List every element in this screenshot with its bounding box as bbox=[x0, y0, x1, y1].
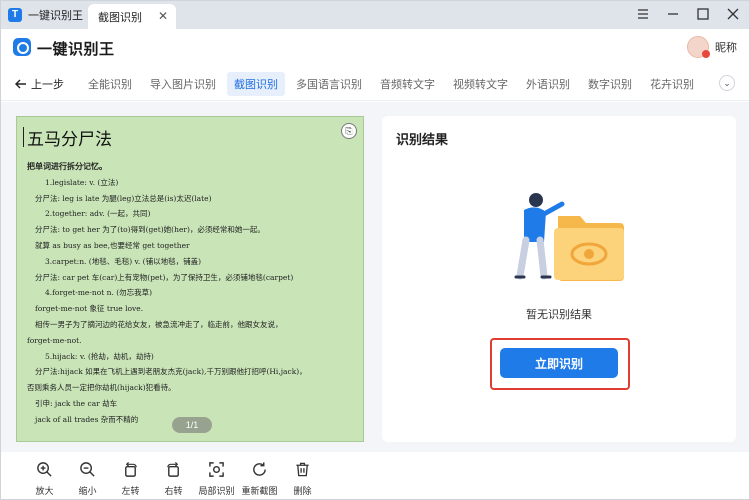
page-indicator: 1/1 bbox=[172, 417, 212, 433]
main-area: 五马分尸法 ⎘ 把单词进行拆分记忆。 1.legislate: v. (立法) 分… bbox=[1, 102, 749, 452]
rotate-left-icon bbox=[122, 461, 139, 481]
tool-rotate-left-button[interactable]: 左转 bbox=[109, 461, 152, 497]
avatar[interactable] bbox=[687, 36, 710, 58]
tool-zoom-out-button[interactable]: 缩小 bbox=[66, 461, 109, 497]
document-line: 就算 as busy as bee,也要经常 get together bbox=[35, 240, 190, 250]
brand-title: 一键识别王 bbox=[37, 41, 115, 58]
app-header: 一键识别王 昵称 bbox=[1, 29, 749, 67]
tab-label: 截图识别 bbox=[98, 11, 142, 24]
tab-screenshot[interactable]: 截图识别 ✕ bbox=[88, 4, 176, 29]
close-tab-icon[interactable]: ✕ bbox=[158, 9, 168, 23]
tab-5[interactable]: 视频转文字 bbox=[446, 72, 515, 96]
tool-trash-button[interactable]: 删除 bbox=[281, 461, 324, 497]
back-button[interactable]: 上一步 bbox=[15, 76, 64, 92]
user-profile[interactable]: 昵称 bbox=[687, 36, 737, 58]
recognize-now-button[interactable]: 立即识别 bbox=[500, 348, 618, 378]
document-line: 引申: jack the car 劫车 bbox=[35, 398, 118, 408]
tool-rotate-right-button[interactable]: 右转 bbox=[152, 461, 195, 497]
menu-icon[interactable] bbox=[635, 5, 651, 23]
document-line: 相传一男子为了摘河边的花给女友，被急流冲走了，临走前，他跟女友说， bbox=[35, 319, 283, 329]
tool-label: 右转 bbox=[164, 486, 183, 496]
app-logo-icon: T bbox=[8, 8, 22, 22]
document-line: 5.hijack: v. (抢劫，劫机，劫持) bbox=[45, 351, 154, 361]
close-window-icon[interactable] bbox=[725, 5, 741, 23]
document-line: 分尸法:hijack 如果在飞机上遇到老朋友杰克(jack),千万别跟他打招呼(… bbox=[35, 367, 307, 377]
document-line: 4.forget-me-not n. (勿忘我草) bbox=[45, 288, 153, 298]
minimize-icon[interactable] bbox=[665, 5, 681, 23]
copy-icon[interactable]: ⎘ bbox=[341, 123, 357, 139]
app-window: T 一键识别王 截图识别 ✕ 一键识别王 昵称 上一步 全能识别 导入图片识别 … bbox=[0, 0, 750, 500]
document-line: 1.legislate: v. (立法) bbox=[45, 177, 119, 187]
recapture-icon bbox=[251, 461, 268, 481]
tool-label: 放大 bbox=[35, 486, 54, 496]
document-title: 五马分尸法 bbox=[23, 125, 112, 150]
zoom-out-icon bbox=[79, 461, 96, 481]
tool-zoom-in-button[interactable]: 放大 bbox=[23, 461, 66, 497]
document-line: 否则乘务人员一定把你劫机(hijack)犯看待。 bbox=[27, 383, 176, 393]
document-line: 2.together: adv. (一起，共同) bbox=[45, 209, 151, 219]
zoom-in-icon bbox=[36, 461, 53, 481]
tool-partial-recognize-button[interactable]: 局部识别 bbox=[195, 461, 238, 497]
result-panel: 识别结果 暂无识别结果 立即识别 bbox=[382, 116, 736, 442]
tab-7[interactable]: 数字识别 bbox=[581, 72, 639, 96]
nickname-label[interactable]: 昵称 bbox=[715, 39, 737, 55]
maximize-icon[interactable] bbox=[695, 5, 711, 23]
document-line: forget-me-not. bbox=[27, 335, 82, 345]
tool-recapture-button[interactable]: 重新截图 bbox=[238, 461, 281, 497]
tab-1[interactable]: 导入图片识别 bbox=[143, 72, 223, 96]
document-line: forget-me-not 象征 true love. bbox=[35, 304, 144, 314]
tab-2[interactable]: 截图识别 bbox=[227, 72, 285, 96]
tab-8[interactable]: 花卉识别 bbox=[643, 72, 701, 96]
document-line: 3.carpet:n. (地毯、毛毯) v. (铺以地毯，铺盖) bbox=[45, 256, 201, 266]
chevron-down-icon[interactable]: ⌄ bbox=[719, 75, 735, 91]
document-line: 分尸法: to get her 为了(to)得到(get)她(her)，必须经常… bbox=[35, 225, 265, 235]
tab-4[interactable]: 音频转文字 bbox=[373, 72, 442, 96]
tool-label: 缩小 bbox=[78, 486, 97, 496]
empty-result-text: 暂无识别结果 bbox=[526, 309, 592, 321]
tab-6[interactable]: 外语识别 bbox=[519, 72, 577, 96]
feature-nav: 上一步 全能识别 导入图片识别 截图识别 多国语言识别 音频转文字 视频转文字 外语识别 数字… bbox=[1, 67, 749, 101]
image-toolbar: 放大 缩小 左转 右转 局部识别 重新截图 删除 bbox=[1, 452, 749, 499]
rotate-right-icon bbox=[165, 461, 182, 481]
tool-list: 放大 缩小 左转 右转 局部识别 重新截图 删除 bbox=[23, 461, 324, 497]
app-tab[interactable]: T 一键识别王 bbox=[8, 6, 83, 24]
tool-label: 重新截图 bbox=[241, 486, 278, 496]
tool-label: 局部识别 bbox=[198, 486, 235, 496]
tool-label: 左转 bbox=[121, 486, 140, 496]
screenshot-preview: 五马分尸法 ⎘ 把单词进行拆分记忆。 1.legislate: v. (立法) 分… bbox=[16, 116, 364, 442]
document-line: 分尸法: leg is late 为腿(leg)立法总是(is)太迟(late) bbox=[35, 193, 212, 203]
trash-icon bbox=[294, 461, 311, 481]
window-controls bbox=[635, 5, 741, 23]
brand-logo-icon bbox=[13, 38, 31, 56]
partial-recognize-icon bbox=[208, 461, 225, 481]
back-label: 上一步 bbox=[31, 79, 64, 91]
empty-result-illustration bbox=[514, 193, 624, 281]
tab-0[interactable]: 全能识别 bbox=[81, 72, 139, 96]
tool-label: 删除 bbox=[293, 486, 312, 496]
title-bar: T 一键识别王 截图识别 ✕ bbox=[1, 1, 749, 29]
document-body: 把单词进行拆分记忆。 1.legislate: v. (立法) 分尸法: leg … bbox=[27, 159, 357, 428]
app-name: 一键识别王 bbox=[28, 10, 83, 22]
arrow-left-icon bbox=[15, 79, 26, 89]
result-title: 识别结果 bbox=[396, 132, 449, 147]
tab-3[interactable]: 多国语言识别 bbox=[289, 72, 369, 96]
document-line: 分尸法: car pet 车(car)上有宠物(pet)，为了保持卫生，必须铺地… bbox=[35, 272, 294, 282]
document-heading: 把单词进行拆分记忆。 bbox=[27, 161, 107, 171]
nav-items: 全能识别 导入图片识别 截图识别 多国语言识别 音频转文字 视频转文字 外语识别 数字识别 花卉… bbox=[81, 72, 701, 96]
